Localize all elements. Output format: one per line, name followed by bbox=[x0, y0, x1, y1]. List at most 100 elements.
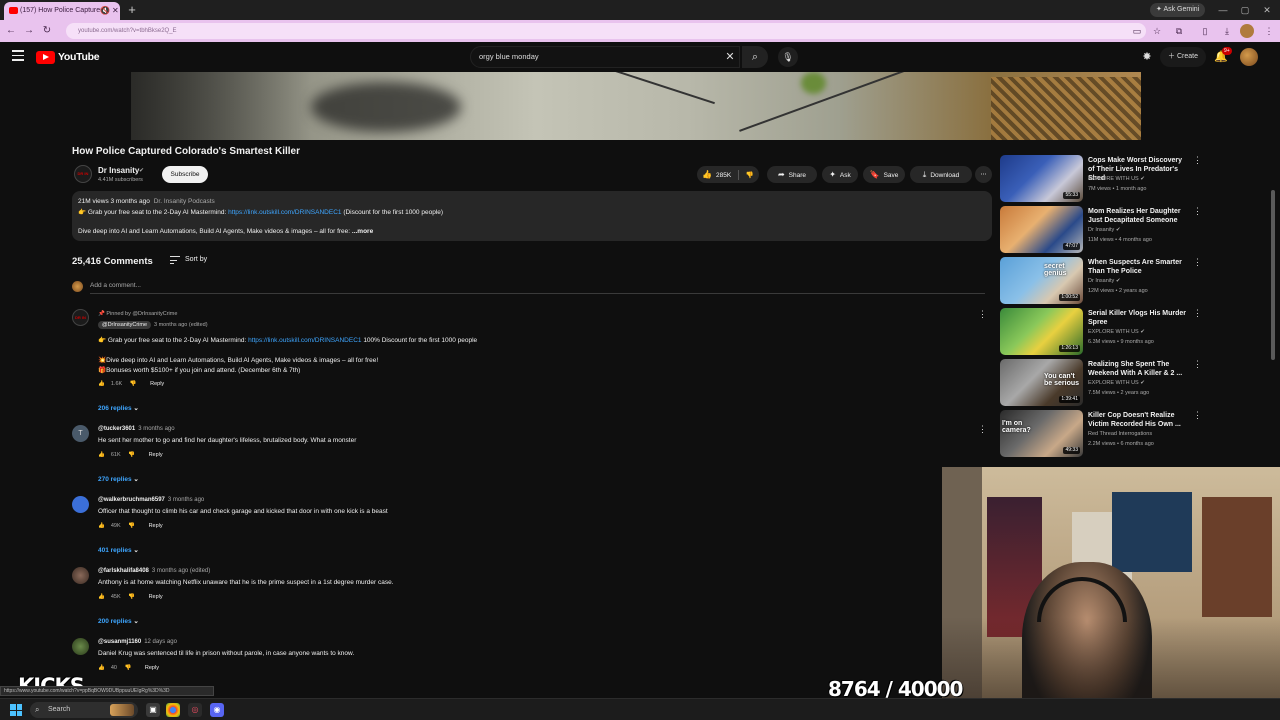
channel-avatar[interactable]: DR IN bbox=[74, 165, 92, 183]
comment-author[interactable]: @tucker3601 3 months ago bbox=[98, 426, 175, 432]
discord-icon[interactable]: ◉ bbox=[210, 703, 224, 717]
sort-icon[interactable] bbox=[170, 256, 180, 265]
studio-icon[interactable]: ✸ bbox=[1140, 50, 1154, 64]
comment-dislike-icon[interactable]: 👎 bbox=[128, 452, 135, 458]
comment-avatar[interactable]: T bbox=[72, 425, 89, 442]
like-count[interactable]: 285K bbox=[716, 172, 731, 179]
description-link[interactable]: https://link.outskill.com/DRINSANDEC1 bbox=[228, 209, 341, 216]
replies-toggle[interactable]: 270 replies ⌄ bbox=[98, 475, 139, 483]
comment-avatar[interactable] bbox=[72, 638, 89, 655]
download-icon[interactable]: ⤓ bbox=[1220, 24, 1234, 38]
share-button[interactable]: ➦ Share bbox=[767, 166, 817, 183]
windows-start-icon[interactable] bbox=[10, 704, 22, 716]
comment-link[interactable]: https://link.outskill.com/DRINSANDEC1 bbox=[248, 337, 361, 344]
comment-like-icon[interactable]: 👍 bbox=[98, 594, 105, 600]
youtube-logo[interactable]: YouTube bbox=[36, 50, 100, 64]
chrome-icon[interactable] bbox=[166, 703, 180, 717]
taskbar-search[interactable]: ⌕ Search bbox=[30, 702, 138, 718]
thumbs-down-icon[interactable]: 👎 bbox=[746, 172, 754, 179]
forward-icon[interactable]: → bbox=[22, 24, 36, 38]
clear-search-icon[interactable]: ✕ bbox=[723, 48, 737, 66]
video-more-icon[interactable]: ⋮ bbox=[1193, 410, 1202, 421]
profile-icon[interactable] bbox=[1240, 24, 1254, 38]
recommended-video[interactable]: secret genius 1:00:52 When Suspects Are … bbox=[1000, 257, 1210, 305]
video-title[interactable]: Mom Realizes Her Daughter Just Decapitat… bbox=[1088, 207, 1188, 225]
save-button[interactable]: 🔖 Save bbox=[863, 166, 905, 183]
comment-author[interactable]: @farlskhalifa8408 3 months ago (edited) bbox=[98, 568, 210, 574]
minimize-icon[interactable]: — bbox=[1216, 3, 1230, 17]
video-title[interactable]: Realizing She Spent The Weekend With A K… bbox=[1088, 360, 1188, 378]
browser-tab[interactable]: (157) How Police Captured 🔇 ✕ bbox=[4, 2, 120, 20]
recommended-video[interactable]: I'm on camera? 49:33 Killer Cop Doesn't … bbox=[1000, 410, 1210, 458]
recommended-video[interactable]: 1:26:13 Serial Killer Vlogs His Murder S… bbox=[1000, 308, 1210, 356]
maximize-icon[interactable]: ▢ bbox=[1238, 3, 1252, 17]
task-view-icon[interactable]: ▣ bbox=[146, 703, 160, 717]
video-title[interactable]: When Suspects Are Smarter Than The Polic… bbox=[1088, 258, 1188, 276]
comment-like-icon[interactable]: 👍 bbox=[98, 665, 105, 671]
comment-avatar[interactable]: DR IN bbox=[72, 309, 89, 326]
search-input[interactable]: orgy blue monday bbox=[470, 46, 740, 68]
app-icon[interactable]: ◎ bbox=[188, 703, 202, 717]
video-thumbnail[interactable]: secret genius 1:00:52 bbox=[1000, 257, 1083, 304]
comment-more-icon[interactable]: ⋮ bbox=[978, 423, 987, 435]
video-more-icon[interactable]: ⋮ bbox=[1193, 257, 1202, 268]
video-more-icon[interactable]: ⋮ bbox=[1193, 155, 1202, 166]
video-thumbnail[interactable]: You can't be serious 1:39:41 bbox=[1000, 359, 1083, 406]
browser-menu-icon[interactable]: ⋮ bbox=[1262, 24, 1276, 38]
back-icon[interactable]: ← bbox=[4, 24, 18, 38]
window-close-icon[interactable]: ✕ bbox=[1260, 3, 1274, 17]
extensions-icon[interactable]: ⧉ bbox=[1172, 24, 1186, 38]
ask-gemini-button[interactable]: ✦ Ask Gemini bbox=[1150, 3, 1206, 17]
comment-like-icon[interactable]: 👍 bbox=[98, 381, 105, 387]
video-more-icon[interactable]: ⋮ bbox=[1193, 206, 1202, 217]
scrollbar[interactable] bbox=[1271, 190, 1275, 360]
thumbs-up-icon[interactable]: 👍 bbox=[702, 170, 712, 179]
download-button[interactable]: ⤓ Download bbox=[910, 166, 972, 183]
video-player[interactable] bbox=[131, 72, 1141, 140]
address-bar[interactable]: youtube.com/watch?v=tbhBkse2Q_E bbox=[66, 23, 1146, 39]
reload-icon[interactable]: ↻ bbox=[40, 24, 54, 38]
comment-author[interactable]: @susanmj1160 12 days ago bbox=[98, 639, 177, 645]
search-button[interactable]: ⌕ bbox=[742, 46, 768, 68]
comment-like-icon[interactable]: 👍 bbox=[98, 452, 105, 458]
ask-button[interactable]: ✦ Ask bbox=[822, 166, 858, 183]
reply-button[interactable]: Reply bbox=[150, 381, 164, 387]
recommended-video[interactable]: 47:07 Mom Realizes Her Daughter Just Dec… bbox=[1000, 206, 1210, 254]
video-thumbnail[interactable]: 47:07 bbox=[1000, 206, 1083, 253]
sort-by-button[interactable]: Sort by bbox=[185, 256, 207, 263]
account-avatar[interactable] bbox=[1240, 48, 1258, 66]
reply-button[interactable]: Reply bbox=[149, 523, 163, 529]
reply-button[interactable]: Reply bbox=[149, 452, 163, 458]
comment-dislike-icon[interactable]: 👎 bbox=[130, 381, 137, 387]
more-actions-button[interactable]: ⋯ bbox=[975, 166, 992, 183]
comment-author[interactable]: @walkerbruchman6597 3 months ago bbox=[98, 497, 204, 503]
video-more-icon[interactable]: ⋮ bbox=[1193, 359, 1202, 370]
recommended-video[interactable]: You can't be serious 1:39:41 Realizing S… bbox=[1000, 359, 1210, 407]
comment-avatar[interactable] bbox=[72, 496, 89, 513]
video-title[interactable]: Killer Cop Doesn't Realize Victim Record… bbox=[1088, 411, 1188, 429]
channel-name[interactable]: Dr Insanity bbox=[98, 166, 139, 175]
new-tab-button[interactable]: + bbox=[125, 3, 139, 17]
bookmark-star-icon[interactable]: ☆ bbox=[1150, 24, 1164, 38]
hamburger-menu-icon[interactable] bbox=[12, 50, 24, 62]
add-comment-input[interactable]: Add a comment... bbox=[90, 282, 141, 289]
video-thumbnail[interactable]: 1:26:13 bbox=[1000, 308, 1083, 355]
comment-avatar[interactable] bbox=[72, 567, 89, 584]
tab-close-icon[interactable]: ✕ bbox=[112, 2, 119, 20]
subscribe-button[interactable]: Subscribe bbox=[162, 166, 208, 183]
description-more[interactable]: ...more bbox=[352, 228, 373, 235]
replies-toggle[interactable]: 200 replies ⌄ bbox=[98, 617, 139, 625]
video-more-icon[interactable]: ⋮ bbox=[1193, 308, 1202, 319]
comment-dislike-icon[interactable]: 👎 bbox=[125, 665, 132, 671]
video-thumbnail[interactable]: I'm on camera? 49:33 bbox=[1000, 410, 1083, 457]
video-thumbnail[interactable]: 55:33 bbox=[1000, 155, 1083, 202]
cast-icon[interactable]: ▭ bbox=[1130, 24, 1144, 38]
sidebar-icon[interactable]: ▯ bbox=[1198, 24, 1212, 38]
voice-search-button[interactable]: 🎙 bbox=[778, 47, 798, 67]
replies-toggle[interactable]: 401 replies ⌄ bbox=[98, 546, 139, 554]
create-button[interactable]: ＋ Create bbox=[1160, 47, 1206, 67]
reply-button[interactable]: Reply bbox=[149, 594, 163, 600]
recommended-video[interactable]: 55:33 Cops Make Worst Discovery of Their… bbox=[1000, 155, 1210, 203]
comment-dislike-icon[interactable]: 👎 bbox=[128, 523, 135, 529]
tab-mute-icon[interactable]: 🔇 bbox=[100, 2, 110, 20]
